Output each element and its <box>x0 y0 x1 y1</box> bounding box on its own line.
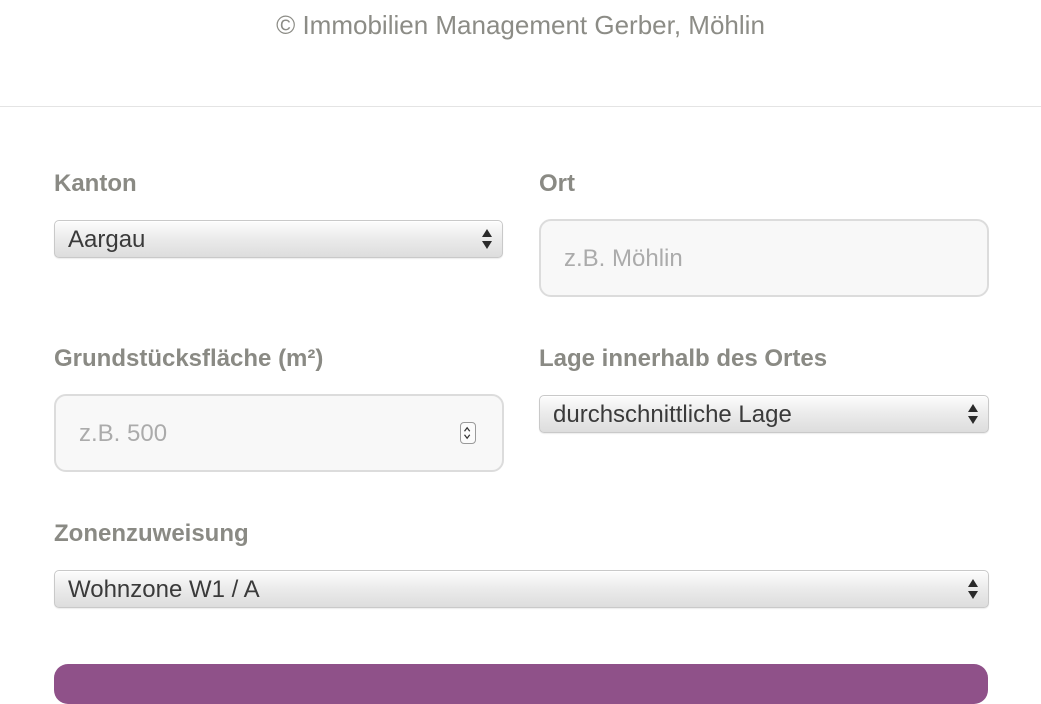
submit-button[interactable] <box>54 664 988 704</box>
stepper-arrows-icon <box>464 426 471 440</box>
grundstuecksflaeche-label: Grundstücksfläche (m²) <box>54 345 324 372</box>
select-arrows-icon <box>968 404 978 424</box>
grundstuecksflaeche-input[interactable]: z.B. 500 <box>54 394 504 472</box>
ort-label: Ort <box>539 170 575 197</box>
copyright-text: © Immobilien Management Gerber, Möhlin <box>276 10 765 40</box>
kanton-label: Kanton <box>54 170 137 197</box>
lage-label: Lage innerhalb des Ortes <box>539 345 828 372</box>
kanton-select-value: Aargau <box>68 226 146 253</box>
select-arrows-icon <box>482 229 492 249</box>
zonenzuweisung-select[interactable]: Wohnzone W1 / A <box>54 570 989 608</box>
ort-input-placeholder: z.B. Möhlin <box>564 245 683 272</box>
zonenzuweisung-label: Zonenzuweisung <box>54 520 249 547</box>
grundstuecksflaeche-input-placeholder: z.B. 500 <box>79 420 168 447</box>
kanton-select[interactable]: Aargau <box>54 220 503 258</box>
zonenzuweisung-select-value: Wohnzone W1 / A <box>68 576 260 603</box>
lage-select-value: durchschnittliche Lage <box>553 401 792 428</box>
select-arrows-icon <box>968 579 978 599</box>
ort-input[interactable]: z.B. Möhlin <box>539 219 989 297</box>
number-stepper[interactable] <box>460 422 476 444</box>
lage-select[interactable]: durchschnittliche Lage <box>539 395 989 433</box>
page-header: © Immobilien Management Gerber, Möhlin <box>0 0 1041 107</box>
